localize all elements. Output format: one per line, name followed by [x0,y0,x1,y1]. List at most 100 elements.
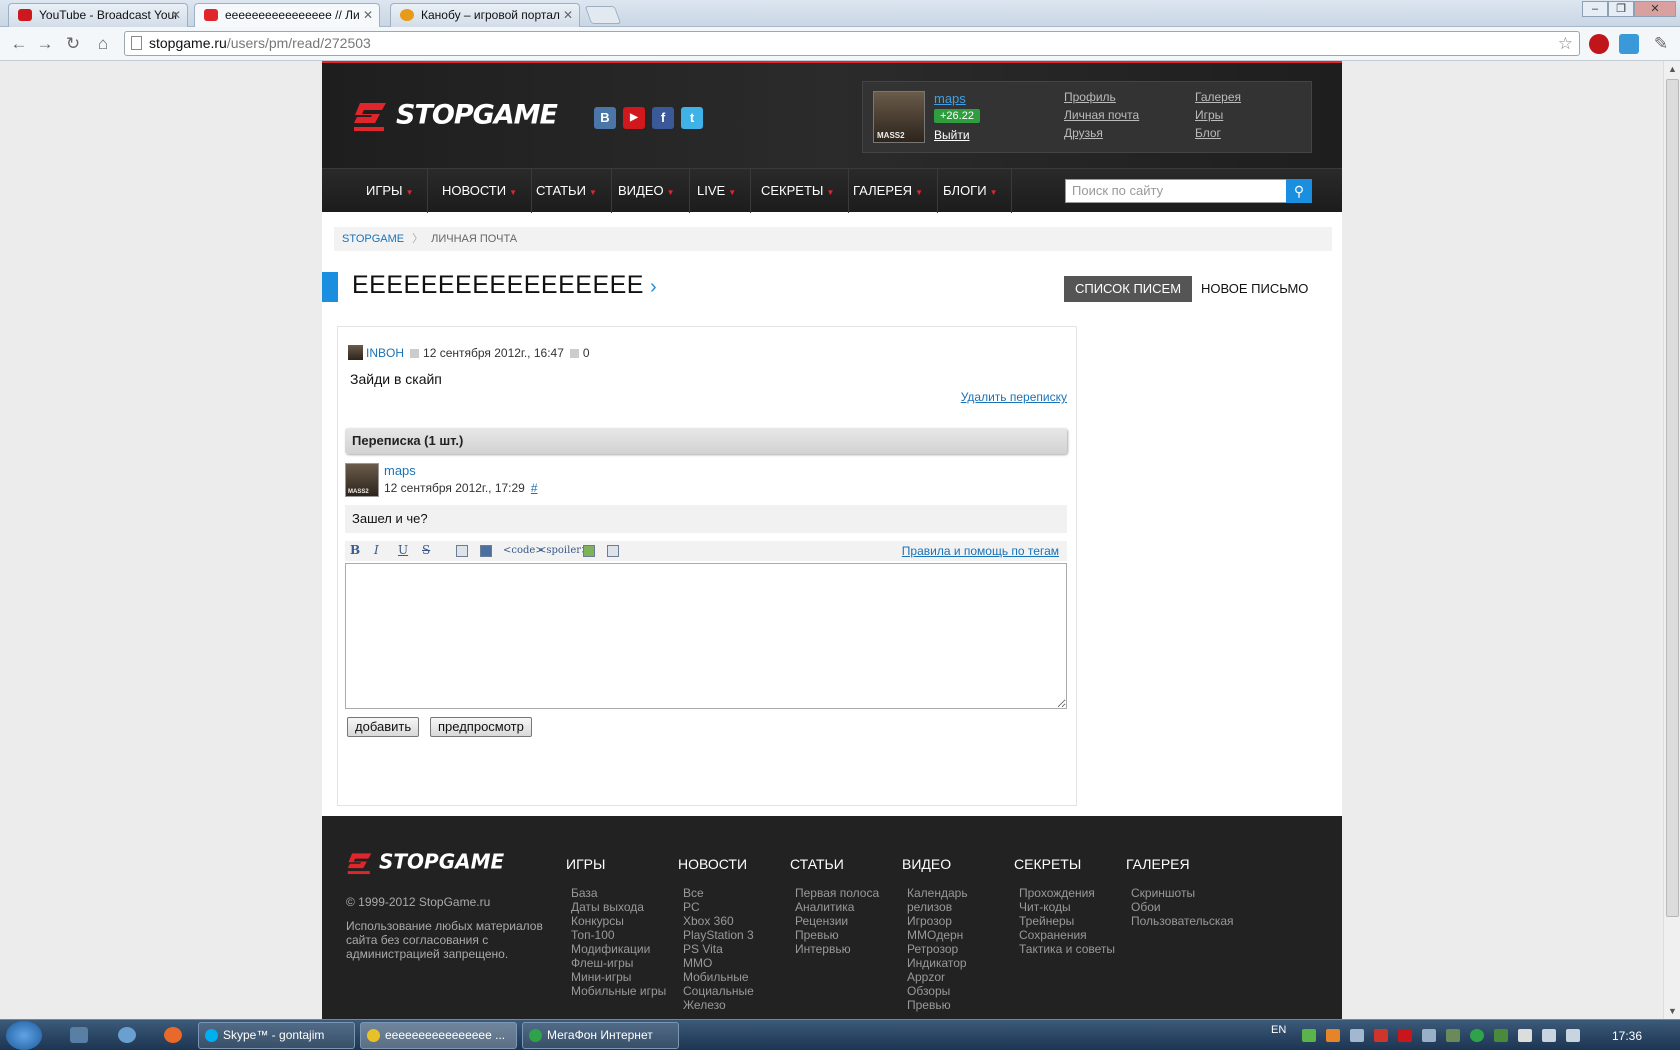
footer-link[interactable]: Обзоры [907,984,982,998]
twitter-icon[interactable]: t [681,107,703,129]
footer-link[interactable]: Обои [1131,900,1246,914]
footer-heading[interactable]: ИГРЫ [566,856,686,872]
footer-link[interactable]: Превью [907,998,982,1012]
close-icon[interactable]: ✕ [363,4,373,26]
network-status-icon[interactable] [1542,1029,1556,1042]
profile-link[interactable]: Профиль [1064,90,1116,104]
footer-link[interactable]: База [571,886,686,900]
footer-link[interactable]: Прохождения [1019,886,1134,900]
vk-icon[interactable]: В [594,107,616,129]
nav-item-news[interactable]: НОВОСТИ ▼ [428,169,533,213]
language-indicator[interactable]: EN [1271,1024,1286,1036]
nav-item-articles[interactable]: СТАТЬИ ▼ [522,169,612,213]
footer-link[interactable]: MMOдерн [907,928,982,942]
scrollbar-thumb[interactable] [1666,79,1679,917]
permalink-link[interactable]: # [531,481,538,495]
footer-link[interactable]: Сохранения [1019,928,1134,942]
reply-author-link[interactable]: maps [384,463,416,478]
taskbar-item-skype[interactable]: Skype™ - gontajim [198,1022,355,1049]
scroll-down-icon[interactable]: ▼ [1664,1003,1680,1019]
strike-button[interactable]: S [422,543,430,557]
flag-icon[interactable] [1518,1029,1532,1042]
footer-link[interactable]: Топ-100 [571,928,686,942]
search-icon[interactable]: ⚲ [1286,179,1312,203]
message-author-link[interactable]: INBOH [366,346,404,360]
logout-link[interactable]: Выйти [934,128,970,142]
nav-item-gallery[interactable]: ГАЛЕРЕЯ ▼ [839,169,938,213]
video-icon[interactable] [607,545,619,557]
nav-item-live[interactable]: LIVE ▼ [683,169,752,213]
usb-tray-icon[interactable] [1446,1029,1460,1042]
firefox-icon[interactable] [164,1027,182,1043]
avatar[interactable]: MASS2 [873,91,925,143]
bookmark-star-icon[interactable]: ☆ [1558,32,1573,55]
antivirus-tray-icon[interactable] [1398,1029,1412,1042]
reply-textarea[interactable] [345,563,1067,709]
security-tray-icon[interactable] [1302,1029,1316,1042]
close-icon[interactable]: ✕ [563,4,573,26]
footer-link[interactable]: Интервью [795,942,910,956]
translate-extension-icon[interactable] [1619,34,1639,54]
footer-heading[interactable]: ВИДЕО [902,856,982,872]
close-icon[interactable]: ✕ [171,4,181,26]
new-tab-button[interactable] [584,6,622,24]
maximize-icon[interactable]: ❐ [1608,1,1634,17]
footer-link[interactable]: Мини-игры [571,970,686,984]
footer-link[interactable]: Xbox 360 [683,914,798,928]
footer-link[interactable]: PC [683,900,798,914]
footer-link[interactable]: Пользовательская [1131,914,1246,928]
page-scrollbar[interactable]: ▲ ▼ [1663,61,1680,1019]
browser-tab-stopgame[interactable]: ееееееееееееееее // Ли ✕ [194,3,380,27]
reload-icon[interactable]: ↻ [62,33,84,55]
home-icon[interactable]: ⌂ [92,33,114,55]
footer-heading[interactable]: НОВОСТИ [678,856,798,872]
footer-link[interactable]: Мобильные игры [571,984,686,998]
username-link[interactable]: maps [934,91,966,106]
footer-link[interactable]: Аналитика [795,900,910,914]
footer-link[interactable]: Все [683,886,798,900]
footer-link[interactable]: PlayStation 3 [683,928,798,942]
footer-heading[interactable]: СТАТЬИ [790,856,910,872]
underline-button[interactable]: U [398,543,408,557]
link-icon[interactable] [456,545,468,557]
submit-button[interactable]: добавить [347,717,420,737]
display-tray-icon[interactable] [1422,1029,1436,1042]
reply-avatar[interactable]: MASS2 [345,463,379,497]
footer-link[interactable]: Тактика и советы [1019,942,1134,956]
footer-link[interactable]: Превью [795,928,910,942]
modem-tray-icon[interactable] [1470,1029,1484,1042]
scroll-up-icon[interactable]: ▲ [1664,61,1680,77]
delete-thread-link[interactable]: Удалить переписку [961,390,1067,404]
nav-item-blogs[interactable]: БЛОГИ ▼ [929,169,1013,213]
blog-link[interactable]: Блог [1195,126,1221,140]
breadcrumb-home-link[interactable]: STOPGAME [342,233,404,245]
footer-link[interactable]: Первая полоса [795,886,910,900]
footer-link[interactable]: Чит-коды [1019,900,1134,914]
spoiler-button[interactable]: <spoiler> [538,545,589,556]
gallery-link[interactable]: Галерея [1195,90,1241,104]
footer-link[interactable]: Appzor [907,970,982,984]
footer-heading[interactable]: СЕКРЕТЫ [1014,856,1134,872]
mail-link[interactable]: Личная почта [1064,108,1139,122]
search-input[interactable]: Поиск по сайту [1065,179,1287,203]
footer-link[interactable]: Трейнеры [1019,914,1134,928]
ie-icon[interactable] [118,1027,136,1043]
forward-icon[interactable]: → [34,33,56,55]
preview-button[interactable]: предпросмотр [430,717,532,737]
footer-link[interactable]: Индикатор [907,956,982,970]
footer-heading[interactable]: ГАЛЕРЕЯ [1126,856,1246,872]
taskbar-item-megafon[interactable]: МегаФон Интернет [522,1022,679,1049]
footer-link[interactable]: Календарь релизов [907,886,982,914]
footer-link[interactable]: Конкурсы [571,914,686,928]
window-close-icon[interactable]: ✕ [1634,1,1676,17]
facebook-icon[interactable]: f [652,107,674,129]
youtube-icon[interactable]: ▶ [623,107,645,129]
author-avatar[interactable] [348,345,363,360]
games-link[interactable]: Игры [1195,108,1223,122]
footer-link[interactable]: MMO [683,956,798,970]
minimize-icon[interactable]: – [1582,1,1608,17]
footer-link[interactable]: Железо [683,998,798,1012]
footer-logo[interactable]: STOPGAME [346,849,504,877]
quote-icon[interactable] [480,545,492,557]
stopgame-logo[interactable]: STOPGAME [352,97,558,135]
